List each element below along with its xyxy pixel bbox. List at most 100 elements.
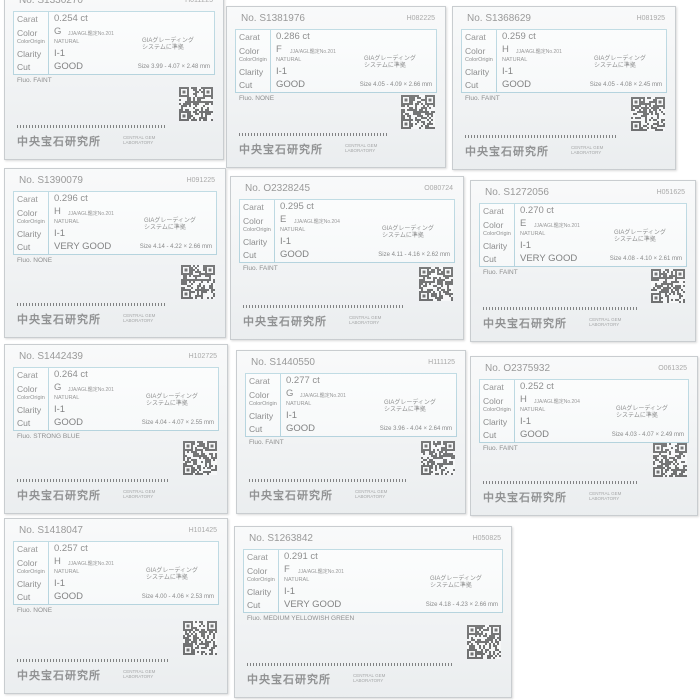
- color-value: H: [54, 206, 61, 217]
- certificate-number: No. S1368629: [467, 13, 531, 24]
- color-value: G: [286, 388, 294, 399]
- size-value: Size 4.04 - 4.07 × 2.55 mm: [141, 420, 214, 426]
- qr-code-icon: [653, 443, 687, 477]
- lab-name-en-line2: LABORATORY: [123, 318, 154, 323]
- qr-code-icon: [419, 267, 453, 301]
- lab-logo: 中央宝石研究所: [465, 146, 549, 158]
- clarity-label: Clarity: [249, 411, 274, 421]
- color-label: Color: [243, 216, 264, 226]
- color-origin-value: NATURAL: [54, 395, 80, 401]
- cut-value: GOOD: [502, 79, 532, 90]
- lab-name-en-line2: LABORATORY: [123, 674, 154, 679]
- lab-logo: 中央宝石研究所: [483, 492, 567, 504]
- certificate-card: No. S1442439 H102725 Carat Color ColorOr…: [4, 344, 228, 514]
- gia-note-line1: GIAグレーディング: [616, 406, 668, 412]
- carat-value: 0.257 ct: [54, 543, 88, 554]
- color-label: Color: [483, 220, 504, 230]
- color-origin-value: NATURAL: [284, 577, 310, 583]
- certificate-code: H051625: [656, 189, 685, 196]
- gia-note-line2: システムに準拠: [146, 575, 188, 581]
- clarity-value: I-1: [520, 240, 532, 251]
- fluorescence-value: Fluo. STRONG BLUE: [17, 433, 80, 440]
- lab-name-en: CENTRAL GEM LABORATORY: [123, 669, 155, 679]
- jja-number: JJA/AGL鑑定No.201: [516, 49, 562, 55]
- gia-note: GIAグレーディング システムに準拠: [146, 394, 198, 408]
- carat-label: Carat: [17, 544, 38, 554]
- certificate-number: No. S1418047: [19, 525, 83, 536]
- color-value: F: [276, 44, 282, 55]
- lab-name-en-line2: LABORATORY: [589, 322, 620, 327]
- lab-logo: 中央宝石研究所: [483, 318, 567, 330]
- size-value: Size 4.08 - 4.10 × 2.61 mm: [609, 256, 682, 262]
- clarity-value: I-1: [276, 66, 288, 77]
- color-origin-label: ColorOrigin: [17, 395, 45, 401]
- color-value: E: [520, 218, 527, 229]
- certificate-number: No. S1442439: [19, 351, 83, 362]
- gia-note: GIAグレーディング システムに準拠: [616, 406, 668, 420]
- lab-logo: 中央宝石研究所: [17, 490, 101, 502]
- lab-name-en: CENTRAL GEM LABORATORY: [123, 313, 155, 323]
- cut-value: GOOD: [54, 591, 84, 602]
- certificate-code: H111125: [428, 359, 455, 366]
- gia-note: GIAグレーディング システムに準拠: [364, 56, 416, 70]
- certificate-code: H082225: [406, 15, 435, 22]
- clarity-value: I-1: [54, 578, 66, 589]
- cut-label: Cut: [17, 418, 31, 428]
- fluorescence-value: Fluo. FAINT: [243, 265, 278, 272]
- fluorescence-value: Fluo. FAINT: [483, 269, 518, 276]
- jja-number: JJA/AGL鑑定No.201: [290, 49, 336, 55]
- clarity-label: Clarity: [17, 49, 42, 59]
- grading-table: Carat Color ColorOrigin Clarity Cut 0.25…: [461, 29, 667, 93]
- clarity-label: Clarity: [17, 579, 42, 589]
- card-header: No. S1440550 H111125: [251, 357, 455, 371]
- barcode-strip: [17, 125, 165, 128]
- label-column: Carat Color ColorOrigin Clarity Cut: [240, 200, 275, 262]
- certificate-code: H102725: [188, 353, 217, 360]
- lab-name-en: CENTRAL GEM LABORATORY: [589, 317, 621, 327]
- carat-value: 0.254 ct: [54, 13, 88, 24]
- qr-code-icon: [651, 269, 685, 303]
- clarity-value: I-1: [54, 48, 66, 59]
- clarity-label: Clarity: [17, 229, 42, 239]
- barcode-strip: [17, 479, 169, 482]
- cut-label: Cut: [465, 80, 479, 90]
- lab-logo: 中央宝石研究所: [249, 490, 333, 502]
- size-value: Size 4.05 - 4.08 × 2.45 mm: [589, 82, 662, 88]
- lab-name-en: CENTRAL GEM LABORATORY: [353, 673, 385, 683]
- lab-logo: 中央宝石研究所: [17, 670, 101, 682]
- grading-table: Carat Color ColorOrigin Clarity Cut 0.27…: [479, 203, 687, 267]
- carat-label: Carat: [249, 376, 270, 386]
- card-header: No. S1418047 H101425: [19, 525, 217, 539]
- certificate-number: No. S1272056: [485, 187, 549, 198]
- color-origin-value: NATURAL: [54, 39, 80, 45]
- size-value: Size 4.00 - 4.06 × 2.53 mm: [141, 594, 214, 600]
- cut-label: Cut: [17, 62, 31, 72]
- carat-label: Carat: [247, 552, 268, 562]
- gia-note-line2: システムに準拠: [594, 63, 636, 69]
- lab-name-en: CENTRAL GEM LABORATORY: [589, 491, 621, 501]
- cut-value: VERY GOOD: [284, 599, 342, 610]
- cut-label: Cut: [17, 242, 31, 252]
- certificate-card: No. S1368629 H081925 Carat Color ColorOr…: [452, 6, 676, 170]
- size-value: Size 3.96 - 4.04 × 2.64 mm: [379, 426, 452, 432]
- color-value: H: [520, 394, 527, 405]
- color-label: Color: [17, 558, 38, 568]
- jja-number: JJA/AGL鑑定No.201: [68, 387, 114, 393]
- lab-logo: 中央宝石研究所: [17, 314, 101, 326]
- card-header: No. S1330270 H011225: [19, 0, 213, 9]
- gia-note-line2: システムに準拠: [384, 407, 426, 413]
- jja-number: JJA/AGL鑑定No.204: [534, 399, 580, 405]
- grading-table: Carat Color ColorOrigin Clarity Cut 0.28…: [235, 29, 437, 93]
- lab-name-en-line2: LABORATORY: [349, 320, 380, 325]
- clarity-label: Clarity: [243, 237, 268, 247]
- cut-value: GOOD: [286, 423, 316, 434]
- fluorescence-value: Fluo. MEDIUM YELLOWISH GREEN: [247, 615, 355, 622]
- carat-label: Carat: [239, 32, 260, 42]
- label-column: Carat Color ColorOrigin Clarity Cut: [14, 12, 49, 74]
- qr-code-icon: [181, 265, 215, 299]
- lab-logo: 中央宝石研究所: [17, 136, 101, 148]
- cut-value: GOOD: [520, 429, 550, 440]
- cut-value: GOOD: [276, 79, 306, 90]
- label-column: Carat Color ColorOrigin Clarity Cut: [14, 368, 49, 430]
- color-value: E: [280, 214, 287, 225]
